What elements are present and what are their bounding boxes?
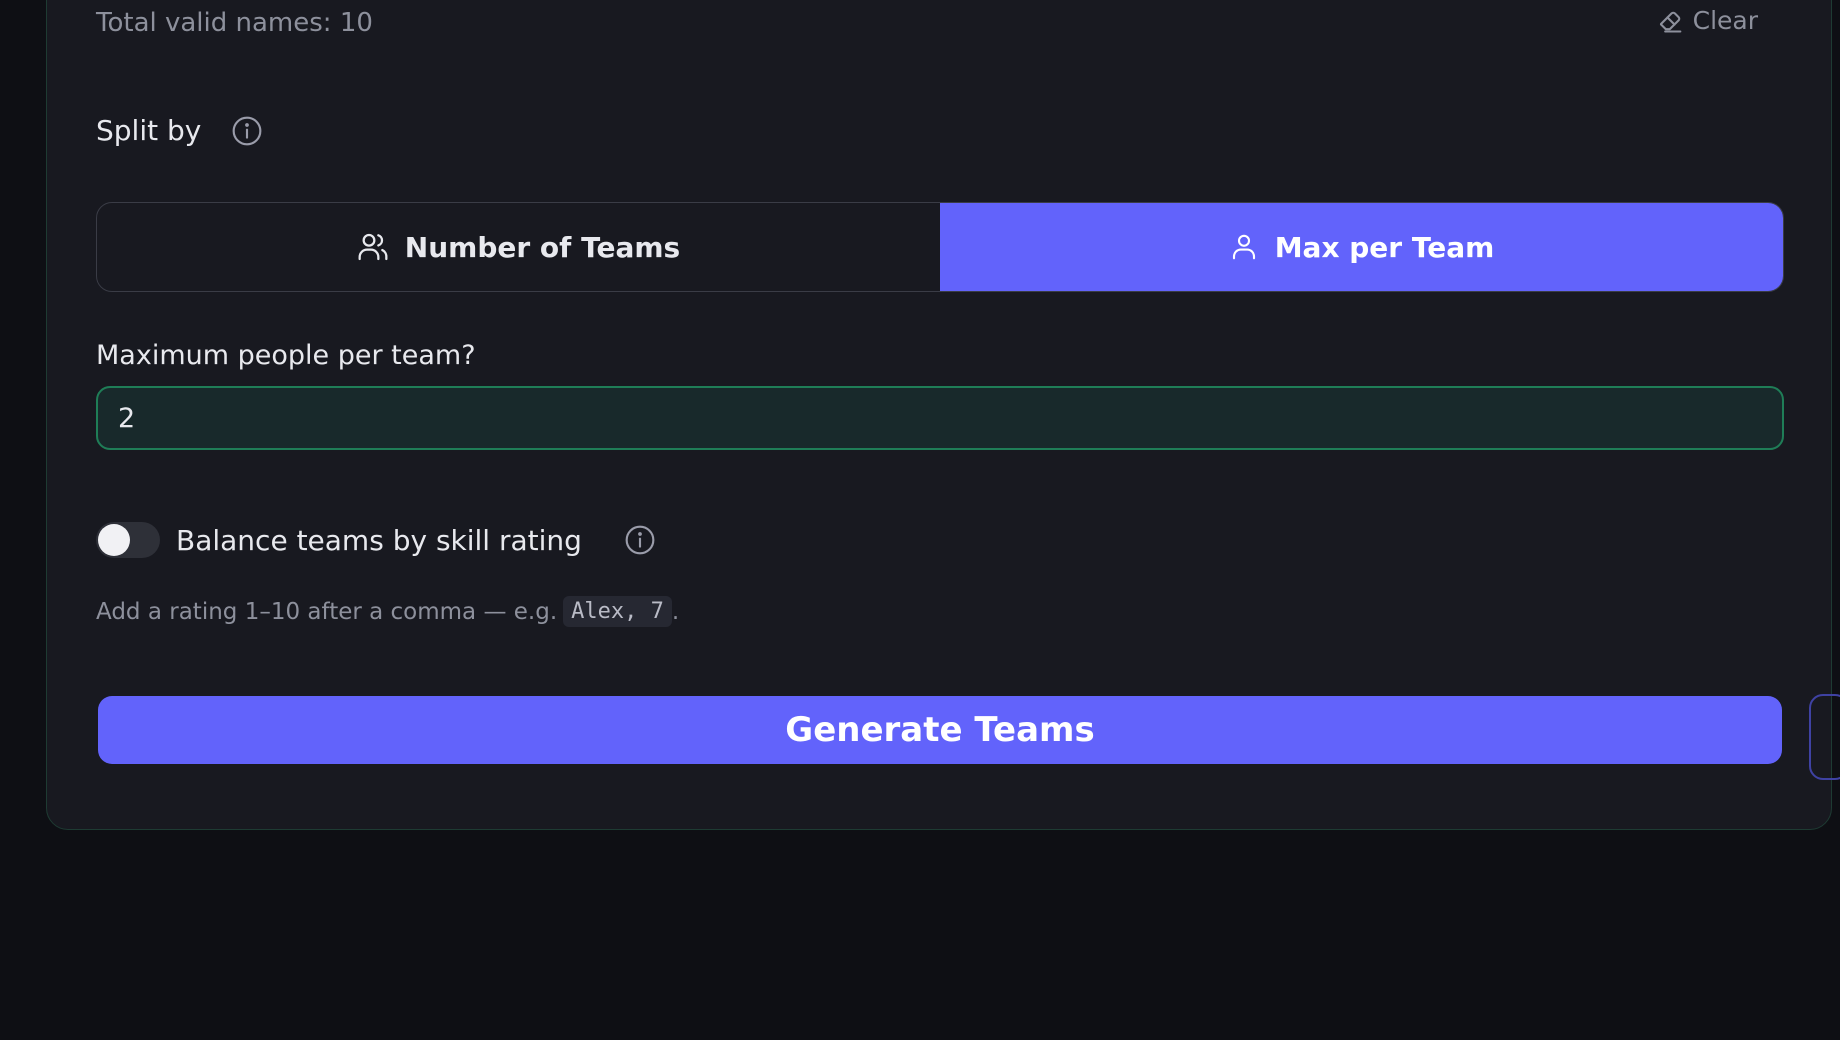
max-per-team-label: Max per Team (1274, 230, 1495, 264)
max-people-label: Maximum people per team? (96, 340, 476, 371)
info-icon[interactable] (624, 524, 656, 556)
number-of-teams-option[interactable]: Number of Teams (97, 203, 940, 291)
split-by-header: Split by (96, 114, 263, 147)
total-valid-names: Total valid names: 10 (96, 8, 373, 38)
summary-row: Total valid names: 10 Clear (96, 4, 1758, 42)
rating-hint: Add a rating 1–10 after a comma — e.g. A… (96, 596, 679, 627)
generate-teams-button[interactable]: Generate Teams (98, 696, 1782, 764)
info-icon[interactable] (231, 115, 263, 147)
max-people-input[interactable] (96, 386, 1784, 450)
toggle-knob (98, 524, 130, 556)
balance-toggle-row: Balance teams by skill rating (96, 522, 656, 558)
number-of-teams-label: Number of Teams (404, 230, 681, 264)
user-icon (1229, 232, 1259, 262)
max-per-team-option[interactable]: Max per Team (940, 203, 1783, 291)
hint-suffix: . (671, 598, 680, 625)
balance-label: Balance teams by skill rating (176, 523, 582, 557)
split-mode-selector: Number of Teams Max per Team (96, 202, 1784, 292)
clear-label: Clear (1692, 6, 1758, 35)
hint-text: Add a rating 1–10 after a comma — e.g. (96, 598, 558, 625)
split-by-label: Split by (96, 114, 202, 147)
side-panel-edge[interactable] (1809, 694, 1840, 780)
eraser-icon (1657, 7, 1685, 35)
clear-button[interactable]: Clear (1657, 6, 1758, 35)
hint-example: Alex, 7 (563, 596, 672, 627)
users-icon (357, 231, 389, 263)
page: Total valid names: 10 Clear Split by Num… (0, 0, 1840, 1040)
balance-toggle[interactable] (96, 522, 160, 558)
